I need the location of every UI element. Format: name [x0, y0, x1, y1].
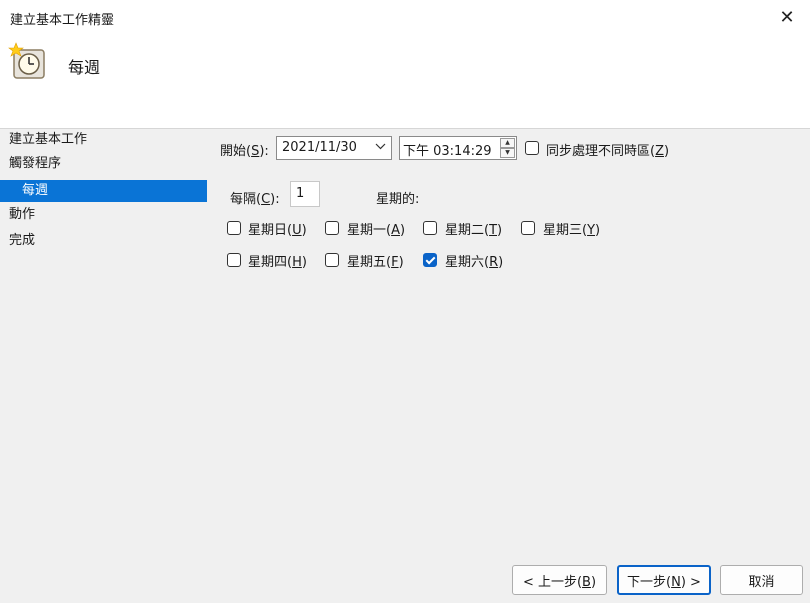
cancel-button-label: 取消 [748, 574, 775, 590]
sync-timezones-label: 同步處理不同時區(Z) [546, 144, 670, 159]
sync-timezones-checkbox[interactable] [525, 141, 539, 155]
time-spinner[interactable]: ▲ ▼ [500, 138, 515, 158]
saturday-label: 星期六(R) [445, 255, 504, 270]
step-label: 每週 [22, 183, 49, 198]
step-label: 動作 [9, 207, 36, 222]
step-finish: 完成 [0, 230, 207, 252]
step-label: 完成 [9, 233, 36, 248]
start-date-value: 2021/11/30 [282, 140, 357, 155]
wizard-header: 每週 [0, 34, 810, 129]
friday-checkbox[interactable] [325, 253, 339, 267]
tuesday-checkbox[interactable] [423, 221, 437, 235]
saturday-checkbox[interactable] [423, 253, 437, 267]
step-weekly: 每週 [0, 180, 207, 202]
recur-unit-label: 星期的: [376, 192, 420, 207]
start-time-value: 下午 03:14:29 [403, 144, 492, 159]
chevron-down-icon [375, 140, 386, 153]
step-action: 動作 [0, 204, 207, 226]
back-button[interactable]: < 上一步(B) [512, 565, 607, 595]
close-icon: ✕ [779, 6, 795, 28]
recur-weeks-input[interactable]: 1 [290, 181, 320, 207]
back-button-label: < 上一步(B) [522, 574, 597, 590]
step-trigger: 觸發程序 [0, 153, 207, 175]
sunday-checkbox[interactable] [227, 221, 241, 235]
step-create-basic-task: 建立基本工作 [0, 129, 207, 151]
title-bar: 建立基本工作精靈 ✕ [0, 0, 810, 34]
sunday-label: 星期日(U) [248, 223, 307, 238]
recur-weeks-value: 1 [296, 186, 305, 201]
close-button[interactable]: ✕ [764, 0, 810, 34]
window-title: 建立基本工作精靈 [10, 13, 115, 28]
wednesday-checkbox[interactable] [521, 221, 535, 235]
start-date-picker[interactable]: 2021/11/30 [276, 136, 392, 160]
start-label: 開始(S): [220, 144, 269, 159]
monday-checkbox[interactable] [325, 221, 339, 235]
recur-label: 每隔(C): [230, 192, 280, 207]
cancel-button[interactable]: 取消 [720, 565, 803, 595]
step-label: 觸發程序 [9, 156, 62, 171]
thursday-label: 星期四(H) [248, 255, 307, 270]
start-time-field[interactable]: 下午 03:14:29 ▲ ▼ [399, 136, 517, 160]
thursday-checkbox[interactable] [227, 253, 241, 267]
step-label: 建立基本工作 [9, 132, 88, 147]
wednesday-label: 星期三(Y) [543, 223, 601, 238]
tuesday-label: 星期二(T) [445, 223, 503, 238]
next-button-label: 下一步(N) > [627, 574, 701, 590]
next-button[interactable]: 下一步(N) > [617, 565, 711, 595]
friday-label: 星期五(F) [347, 255, 404, 270]
spin-down-icon[interactable]: ▼ [500, 148, 515, 158]
page-title: 每週 [68, 58, 101, 77]
spin-up-icon[interactable]: ▲ [500, 138, 515, 148]
clock-icon [8, 42, 45, 79]
monday-label: 星期一(A) [347, 223, 406, 238]
